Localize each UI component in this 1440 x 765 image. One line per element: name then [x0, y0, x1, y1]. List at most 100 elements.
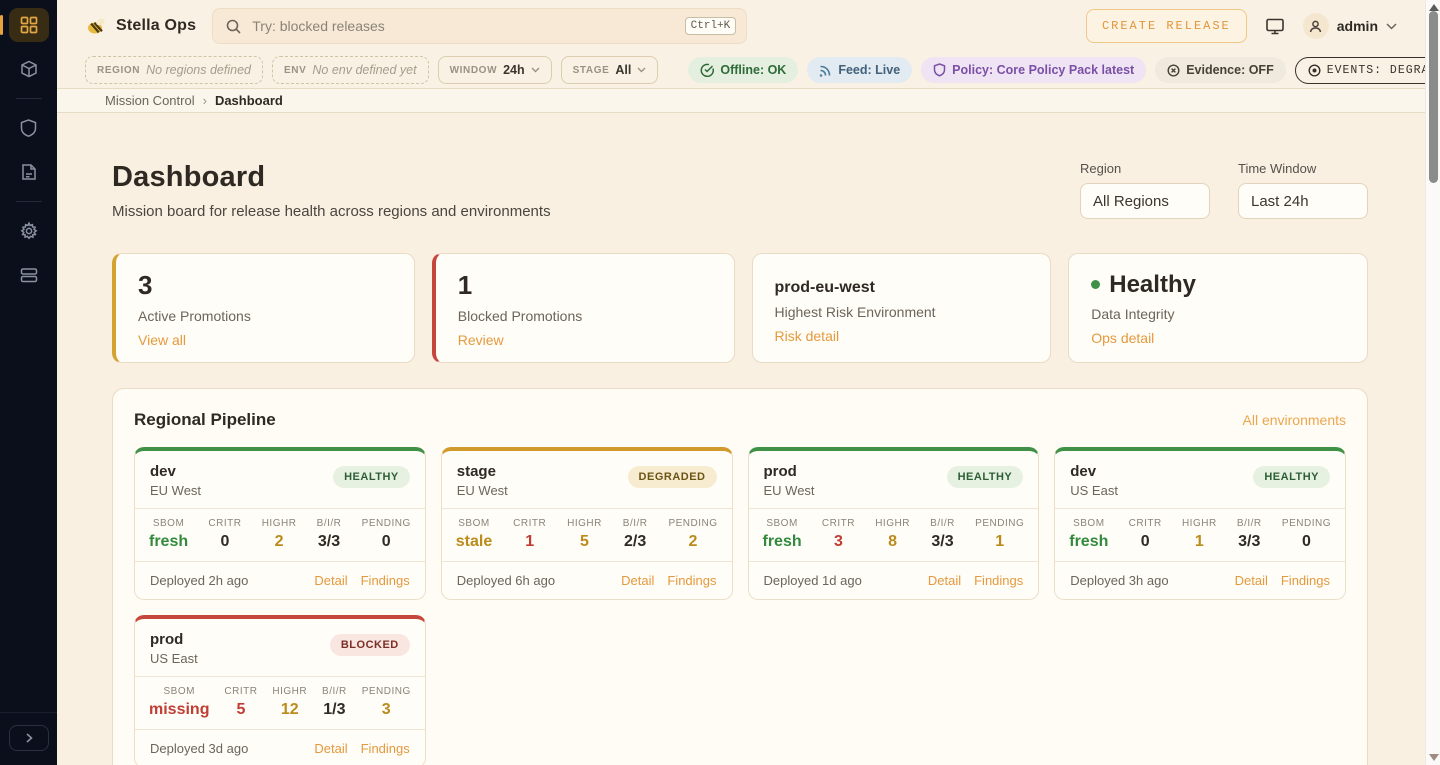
region-filter-select[interactable]: All Regions	[1080, 183, 1210, 219]
stat-highr: HIGHR12	[272, 686, 307, 719]
x-circle-icon	[1167, 64, 1180, 77]
stat-highr: HIGHR8	[875, 518, 910, 551]
stat-critr: CRITR1	[513, 518, 546, 551]
policy-status-label: Policy: Core Policy Pack latest	[952, 63, 1134, 77]
feed-status-pill: Feed: Live	[807, 57, 912, 83]
stat-bir: B/I/R3/3	[1237, 518, 1262, 551]
detail-link[interactable]: Detail	[314, 573, 347, 588]
stat-sbom: SBOMfresh	[1069, 518, 1108, 551]
detail-link[interactable]: Detail	[1235, 573, 1268, 588]
grid-icon	[19, 15, 39, 35]
blocked-promotions-label: Blocked Promotions	[458, 308, 712, 324]
stat-pending: PENDING0	[362, 518, 411, 551]
sidebar-item-documents[interactable]	[9, 155, 49, 189]
pipeline-card: stage EU West DEGRADED SBOMstaleCRITR1HI…	[441, 447, 733, 600]
check-circle-icon	[700, 63, 714, 77]
stat-highr: HIGHR5	[567, 518, 602, 551]
stat-critr: CRITR0	[208, 518, 241, 551]
create-release-button[interactable]: CREATE RELEASE	[1086, 9, 1247, 43]
environment-name: prod	[764, 463, 815, 480]
pipeline-stats: SBOMfreshCRITR0HIGHR2B/I/R3/3PENDING0	[135, 508, 425, 562]
detail-link[interactable]: Detail	[621, 573, 654, 588]
env-context-value: No env defined yet	[312, 63, 416, 77]
region-name: EU West	[764, 483, 815, 498]
package-icon	[19, 59, 39, 79]
sidebar-expand-button[interactable]	[9, 725, 49, 751]
pipeline-stats: SBOMmissingCRITR5HIGHR12B/I/R1/3PENDING3	[135, 676, 425, 730]
sidebar-divider	[16, 201, 42, 202]
stat-sbom: SBOMmissing	[149, 686, 209, 719]
window-context-value: 24h	[503, 63, 525, 77]
region-filter-value: All Regions	[1093, 193, 1169, 210]
status-badge: HEALTHY	[1253, 466, 1330, 488]
page-subtitle: Mission board for release health across …	[112, 203, 551, 220]
pipeline-stats: SBOMstaleCRITR1HIGHR5B/I/R2/3PENDING2	[442, 508, 732, 562]
environment-name: stage	[457, 463, 508, 480]
breadcrumb-root[interactable]: Mission Control	[105, 93, 195, 108]
findings-link[interactable]: Findings	[974, 573, 1023, 588]
risk-detail-link[interactable]: Risk detail	[775, 328, 840, 344]
chevron-right-icon	[23, 732, 35, 744]
sidebar-item-infrastructure[interactable]	[9, 258, 49, 292]
global-search[interactable]: Ctrl+K	[212, 8, 747, 44]
view-all-link[interactable]: View all	[138, 332, 186, 348]
review-link[interactable]: Review	[458, 332, 504, 348]
ops-detail-link[interactable]: Ops detail	[1091, 330, 1154, 346]
window-context-label: WINDOW	[450, 65, 497, 76]
scroll-down-arrow-icon[interactable]	[1429, 754, 1439, 761]
detail-link[interactable]: Detail	[928, 573, 961, 588]
context-bar: REGION No regions defined ENV No env def…	[57, 52, 1425, 89]
region-name: EU West	[457, 483, 508, 498]
bee-icon	[85, 16, 107, 36]
pipeline-card: dev EU West HEALTHY SBOMfreshCRITR0HIGHR…	[134, 447, 426, 600]
pipeline-stats: SBOMfreshCRITR0HIGHR1B/I/R3/3PENDING0	[1055, 508, 1345, 562]
deployed-time: Deployed 2h ago	[150, 573, 248, 588]
search-input[interactable]	[252, 18, 674, 34]
offline-status-pill: Offline: OK	[688, 57, 798, 83]
scroll-up-arrow-icon[interactable]	[1429, 4, 1439, 11]
breadcrumb-current: Dashboard	[215, 93, 283, 108]
sidebar-item-policy[interactable]	[9, 111, 49, 145]
evidence-status-pill: Evidence: OFF	[1155, 57, 1286, 83]
chevron-down-icon	[531, 67, 540, 73]
env-context-label: ENV	[284, 65, 306, 76]
status-badge: BLOCKED	[330, 634, 410, 656]
monitor-icon[interactable]	[1265, 17, 1285, 36]
sidebar-item-releases[interactable]	[9, 52, 49, 86]
detail-link[interactable]: Detail	[314, 741, 347, 756]
sidebar-item-dashboard[interactable]	[9, 8, 49, 42]
stage-context-dropdown[interactable]: STAGE All	[561, 56, 659, 84]
findings-link[interactable]: Findings	[667, 573, 716, 588]
region-context-pill[interactable]: REGION No regions defined	[85, 56, 263, 84]
sidebar	[0, 0, 57, 765]
page-scrollbar[interactable]	[1425, 0, 1440, 765]
findings-link[interactable]: Findings	[361, 741, 410, 756]
region-name: EU West	[150, 483, 201, 498]
blocked-promotions-card: 1 Blocked Promotions Review	[432, 253, 735, 363]
stat-sbom: SBOMstale	[456, 518, 492, 551]
breadcrumb: Mission Control › Dashboard	[57, 89, 1425, 113]
window-context-dropdown[interactable]: WINDOW 24h	[438, 56, 552, 84]
time-window-filter-select[interactable]: Last 24h	[1238, 183, 1368, 219]
status-badge: HEALTHY	[947, 466, 1024, 488]
gear-icon	[19, 221, 39, 241]
stat-pending: PENDING3	[362, 686, 411, 719]
scrollbar-thumb[interactable]	[1429, 11, 1438, 183]
brand[interactable]: Stella Ops	[85, 16, 196, 36]
user-menu[interactable]: admin	[1303, 13, 1397, 39]
shield-icon	[19, 118, 38, 138]
events-status-pill: EVENTS: DEGRADED	[1295, 57, 1440, 84]
app-title: Stella Ops	[116, 17, 196, 35]
pipeline-card-links: Detail Findings	[928, 573, 1023, 588]
all-environments-link[interactable]: All environments	[1243, 412, 1347, 428]
findings-link[interactable]: Findings	[1281, 573, 1330, 588]
policy-status-pill: Policy: Core Policy Pack latest	[921, 57, 1146, 83]
env-context-pill[interactable]: ENV No env defined yet	[272, 56, 429, 84]
pipeline-section-title: Regional Pipeline	[134, 410, 276, 430]
data-integrity-value: Healthy	[1109, 271, 1196, 298]
pipeline-card: prod EU West HEALTHY SBOMfreshCRITR3HIGH…	[748, 447, 1040, 600]
findings-link[interactable]: Findings	[361, 573, 410, 588]
page-title: Dashboard	[112, 161, 551, 194]
stat-highr: HIGHR2	[262, 518, 297, 551]
sidebar-item-settings[interactable]	[9, 214, 49, 248]
